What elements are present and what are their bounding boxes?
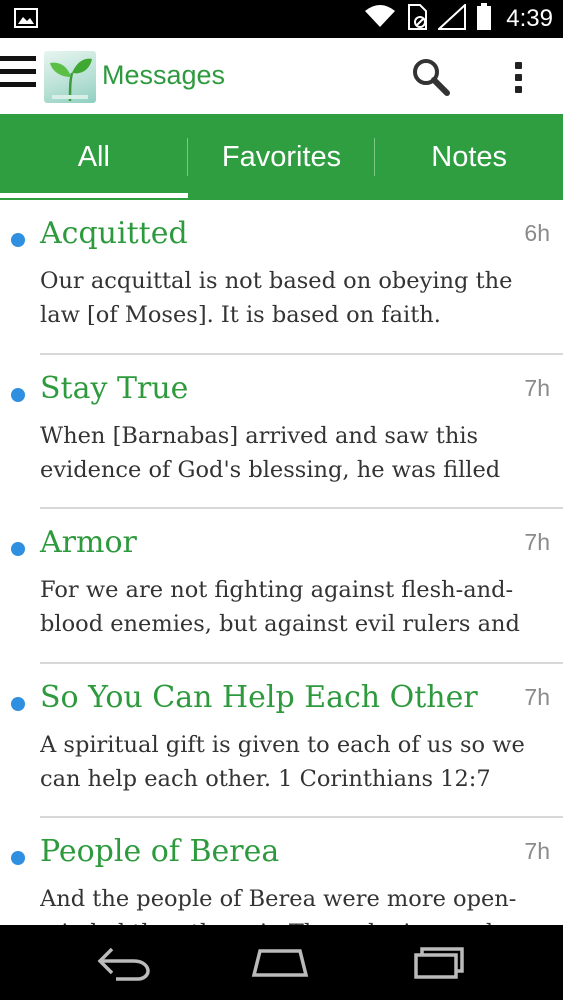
tab-label: Notes [431, 140, 508, 173]
overflow-menu-icon[interactable] [506, 58, 530, 98]
message-item[interactable]: Stay True 7h When [Barnabas] arrived and… [0, 355, 563, 509]
sim-card-icon [406, 4, 428, 34]
unread-dot [11, 387, 25, 402]
unread-dot [11, 233, 25, 247]
message-preview: And the people of Berea were more open-m… [40, 886, 517, 925]
message-time: 6h [524, 220, 550, 246]
status-time: 4:39 [506, 5, 553, 32]
message-title: People of Berea [40, 834, 280, 869]
signal-icon [436, 2, 467, 34]
unread-dot [11, 542, 25, 556]
tab-bar: All Favorites Notes [0, 114, 563, 200]
status-bar: 4:39 [0, 0, 563, 38]
message-time: 7h [524, 529, 550, 555]
sprout-logo [44, 51, 96, 103]
tab-label: All [77, 140, 110, 173]
system-nav-bar [0, 925, 563, 1000]
message-preview: Our acquittal is not based on obeying th… [40, 268, 513, 328]
message-item[interactable]: Acquitted 6h Our acquittal is not based … [0, 200, 563, 355]
message-title: Acquitted [40, 216, 188, 251]
search-icon[interactable] [410, 56, 452, 98]
wifi-icon [364, 5, 396, 33]
message-item[interactable]: So You Can Help Each Other 7h A spiritua… [0, 664, 563, 818]
tab-favorites[interactable]: Favorites [188, 114, 376, 200]
tab-all[interactable]: All [0, 114, 188, 200]
unread-dot [11, 696, 25, 711]
unread-dot [11, 851, 25, 865]
image-notification-icon [14, 8, 38, 28]
message-time: 7h [524, 374, 550, 401]
message-preview: A spiritual gift is given to each of us … [40, 731, 525, 792]
recent-apps-icon[interactable] [408, 939, 468, 985]
app-bar: Messages [0, 38, 563, 114]
message-title: So You Can Help Each Other [40, 679, 478, 715]
menu-icon[interactable] [0, 56, 36, 96]
home-icon[interactable] [250, 939, 310, 985]
app-title: Messages [102, 60, 226, 90]
message-item[interactable]: Armor 7h For we are not fighting against… [0, 509, 563, 664]
tab-label: Favorites [221, 140, 342, 173]
message-time: 7h [524, 838, 550, 864]
message-title: Stay True [40, 370, 189, 406]
message-title: Armor [40, 525, 137, 560]
message-list: Acquitted 6h Our acquittal is not based … [0, 200, 563, 925]
message-time: 7h [524, 683, 550, 710]
back-icon[interactable] [94, 939, 154, 985]
battery-icon [476, 3, 492, 35]
message-preview: For we are not fighting against flesh-an… [40, 577, 520, 637]
message-preview: When [Barnabas] arrived and saw this evi… [40, 422, 501, 483]
message-item[interactable]: People of Berea 7h And the people of Ber… [0, 818, 563, 925]
tab-notes[interactable]: Notes [375, 114, 563, 200]
